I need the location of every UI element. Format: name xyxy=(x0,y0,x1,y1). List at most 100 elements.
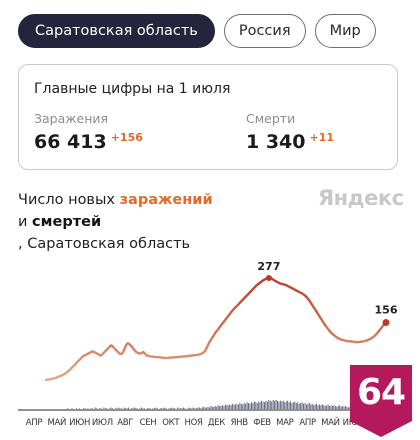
deaths-bar xyxy=(269,400,271,409)
deaths-bar xyxy=(177,407,179,409)
deaths-bar xyxy=(67,408,69,409)
deaths-bar xyxy=(329,406,331,409)
deaths-bar xyxy=(128,407,129,409)
deaths-bar xyxy=(224,404,226,409)
deaths-bar xyxy=(210,406,212,409)
summary-title: Главные цифры на 1 июля xyxy=(34,81,231,97)
deaths-bar xyxy=(303,403,304,409)
deaths-bar xyxy=(112,408,113,409)
deaths-bar xyxy=(115,408,116,409)
x-tick-label: АВГ xyxy=(117,418,133,428)
deaths-bar xyxy=(277,400,278,409)
deaths-bar xyxy=(214,406,216,409)
deaths-stat: 1 340 +11 xyxy=(246,131,334,153)
deaths-bar xyxy=(197,407,199,409)
deaths-bar xyxy=(143,408,145,409)
deaths-bar xyxy=(119,408,121,409)
deaths-bar xyxy=(346,406,348,409)
deaths-bar xyxy=(161,408,163,409)
deaths-bar xyxy=(248,403,249,409)
deaths-bar xyxy=(223,406,225,409)
deaths-bar xyxy=(78,408,80,409)
deaths-bar xyxy=(321,404,323,409)
deaths-bar xyxy=(239,403,241,409)
deaths-bar xyxy=(139,408,141,409)
deaths-bar xyxy=(104,408,106,409)
x-tick-label: АПР xyxy=(299,418,316,428)
deaths-bar xyxy=(169,408,171,409)
deaths-bar xyxy=(100,408,102,409)
deaths-bar xyxy=(308,403,310,409)
deaths-bar xyxy=(249,403,251,409)
x-tick-label: ОКТ xyxy=(162,418,180,428)
deaths-bar xyxy=(211,406,213,409)
deaths-bar xyxy=(187,408,189,409)
deaths-bar xyxy=(319,404,320,409)
deaths-bar xyxy=(345,406,346,409)
deaths-bar xyxy=(149,408,151,409)
region-code: 64 xyxy=(356,372,406,413)
x-tick-label: МАЙ xyxy=(47,416,66,428)
deaths-bar xyxy=(327,404,329,409)
tab-russia[interactable]: Россия xyxy=(223,14,306,48)
deaths-bar xyxy=(294,401,296,409)
deaths-bar xyxy=(326,405,328,409)
deaths-bar xyxy=(220,406,222,409)
deaths-bar xyxy=(196,408,197,409)
infections-value: 66 413 xyxy=(34,131,107,153)
tab-saratov-region[interactable]: Саратовская область xyxy=(18,14,215,48)
deaths-bar xyxy=(324,406,326,409)
deaths-bar xyxy=(281,401,283,409)
deaths-bar xyxy=(203,406,205,409)
x-tick-label: НОЯ xyxy=(185,418,203,428)
x-tick-label: СЕН xyxy=(140,418,157,428)
deaths-bar xyxy=(264,402,265,409)
deaths-bar xyxy=(194,408,196,409)
deaths-bar xyxy=(142,408,144,409)
deaths-bar xyxy=(141,407,142,409)
deaths-bar xyxy=(229,404,231,409)
deaths-bar xyxy=(314,404,316,409)
deaths-bar xyxy=(154,408,155,409)
deaths-bar xyxy=(287,400,289,409)
deaths-bar xyxy=(193,407,195,409)
deaths-bar xyxy=(156,408,158,409)
peak-point xyxy=(265,275,272,281)
deaths-bar xyxy=(180,408,181,409)
deaths-bar xyxy=(243,403,245,409)
deaths-bar xyxy=(266,401,268,409)
tab-world[interactable]: Мир xyxy=(314,14,376,48)
deaths-bar xyxy=(207,406,209,409)
deaths-bar xyxy=(146,408,148,409)
chart-title: Число новых заражений и смертей , Сарато… xyxy=(18,189,213,255)
chart-title-and: и xyxy=(18,214,33,230)
deaths-bar xyxy=(342,406,344,409)
infections-line xyxy=(44,276,388,382)
deaths-bar xyxy=(188,407,190,409)
deaths-bar xyxy=(251,402,252,409)
deaths-bar xyxy=(291,403,293,409)
deaths-bar xyxy=(285,401,287,409)
deaths-bar xyxy=(84,408,86,409)
chart-title-line-1: Число новых заражений xyxy=(18,189,213,211)
x-axis-ticks: АПР МАЙ ИЮН ИЮЛ АВГ СЕН ОКТ НОЯ ДЕК ЯНВ ФЕВ МАР АПР М… xyxy=(26,416,387,428)
deaths-bar xyxy=(96,408,98,409)
deaths-bar xyxy=(184,408,186,409)
deaths-bar xyxy=(164,407,166,409)
deaths-bar xyxy=(206,407,208,409)
deaths-bar xyxy=(271,401,273,409)
deaths-bar xyxy=(347,407,349,409)
x-tick-label: ИЮЛ xyxy=(92,418,113,428)
deaths-bar xyxy=(116,408,118,409)
deaths-bar xyxy=(265,400,267,409)
deaths-bar xyxy=(233,404,235,409)
deaths-bar xyxy=(330,405,332,409)
deaths-bar xyxy=(259,402,261,409)
deaths-bar xyxy=(261,400,263,409)
infections-stat: 66 413 +156 xyxy=(34,131,143,153)
yandex-logo: Яндекс xyxy=(318,186,404,210)
region-code-badge: 64 xyxy=(350,365,412,437)
deaths-bar xyxy=(117,407,119,409)
deaths-bar xyxy=(190,408,192,409)
deaths-bar xyxy=(120,408,122,409)
